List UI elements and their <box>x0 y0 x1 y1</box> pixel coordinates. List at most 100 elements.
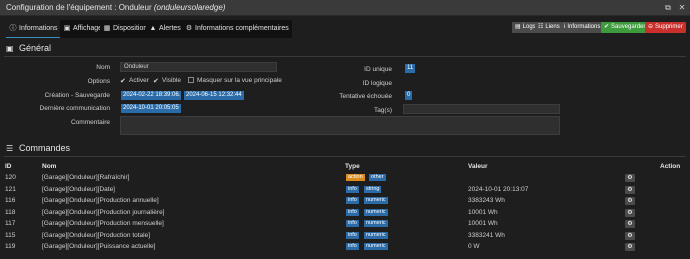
wrench-icon: ▣ <box>6 44 14 53</box>
derniere-communication-label: Dernière communication <box>39 105 110 112</box>
type-badge-subtype: numeric <box>364 220 388 227</box>
tab-affichage[interactable]: ▣ Affichage <box>60 20 106 38</box>
links-label: Liens <box>545 24 560 30</box>
tab-label: Alertes <box>159 25 181 32</box>
tab-alertes[interactable]: ▲ Alertes <box>146 20 184 38</box>
type-badge-subtype: numeric <box>364 197 388 204</box>
gears-icon: ⚙ <box>185 25 193 32</box>
general-divider <box>4 56 686 57</box>
cmd-value: 2024-10-01 20:13:07 <box>468 186 529 193</box>
activer-label: Activer <box>129 77 149 84</box>
tab-informations-complementaires[interactable]: ⚙ Informations complémentaires <box>182 20 292 38</box>
visible-checkbox[interactable]: ✔ Visible <box>153 77 181 85</box>
id-logique-label: ID logique <box>362 80 392 87</box>
sitemap-icon: ☷ <box>538 24 544 30</box>
cmd-config-button[interactable]: ⚙ <box>625 232 635 240</box>
monitor-icon: ▣ <box>63 25 71 32</box>
id-unique-value: 11 <box>405 64 416 73</box>
cmd-config-button[interactable]: ⚙ <box>625 209 635 217</box>
type-badge-primary: info <box>346 209 359 216</box>
fullscreen-icon[interactable]: ⧉ <box>663 3 673 13</box>
nom-input[interactable]: Onduleur <box>120 62 277 72</box>
check-icon: ✔ <box>604 24 610 30</box>
warning-icon: ▲ <box>149 25 157 32</box>
derniere-communication-value: 2024-10-01 20:05:05 <box>121 104 181 113</box>
cmd-value: 10001 Wh <box>468 220 498 227</box>
type-badge-subtype: string <box>364 186 382 193</box>
cmd-config-button[interactable]: ⚙ <box>625 197 635 205</box>
options-label: Options <box>87 78 110 85</box>
cmd-config-button[interactable]: ⚙ <box>625 174 635 182</box>
type-badge-primary: info <box>346 232 359 239</box>
general-section-title: ▣ Général <box>6 43 51 53</box>
tab-disposition[interactable]: ▦ Disposition <box>100 20 151 38</box>
cmd-id: 117 <box>5 220 16 227</box>
links-button[interactable]: ☷ Liens <box>535 22 563 33</box>
grid-icon: ▦ <box>103 25 111 32</box>
window-title-id: (onduleursolaredge) <box>153 3 226 12</box>
commandes-divider <box>4 156 686 157</box>
commentaire-label: Commentaire <box>70 119 110 126</box>
checkbox-unchecked-icon <box>188 77 194 83</box>
cmd-id: 115 <box>5 232 16 239</box>
gears-icon: ⚙ <box>627 187 633 193</box>
cmd-value: 0 W <box>468 243 480 250</box>
type-badge-subtype: numeric <box>364 209 388 216</box>
close-icon[interactable]: ✕ <box>677 3 687 13</box>
activer-checkbox[interactable]: ✔ Activer <box>120 77 149 85</box>
col-header-type: Type <box>345 163 360 170</box>
info-icon: i <box>564 24 566 30</box>
save-label: Sauvegarder <box>611 24 646 30</box>
tab-informations[interactable]: ⓘ Informations <box>6 20 61 38</box>
cmd-id: 118 <box>5 209 16 216</box>
type-badge-subtype: numeric <box>364 243 388 250</box>
col-header-action: Action <box>660 163 681 170</box>
masquer-checkbox[interactable]: Masquer sur la vue principale <box>188 77 282 84</box>
tags-input[interactable] <box>403 104 560 114</box>
delete-button[interactable]: ⊖ Supprimer <box>645 22 686 33</box>
info-circle-icon: ⓘ <box>9 25 17 32</box>
id-unique-label: ID unique <box>364 66 392 73</box>
window-titlebar: Configuration de l'équipement : Onduleur… <box>0 0 690 16</box>
cmd-config-button[interactable]: ⚙ <box>625 220 635 228</box>
cmd-id: 121 <box>5 186 16 193</box>
tab-label: Affichage <box>73 25 103 32</box>
cmd-name: [Garage][Onduleur][Production annuelle] <box>42 197 159 204</box>
col-header-valeur: Valeur <box>468 163 488 170</box>
type-badge-subtype: numeric <box>364 232 388 239</box>
col-header-id: ID <box>5 163 12 170</box>
tentative-label: Tentative échouée <box>339 93 392 100</box>
type-badge-primary: action <box>346 174 365 181</box>
gears-icon: ⚙ <box>627 233 633 239</box>
gears-icon: ⚙ <box>627 244 633 250</box>
nom-label: Nom <box>96 64 110 71</box>
window-title: Configuration de l'équipement : Onduleur… <box>6 3 225 12</box>
save-button[interactable]: ✔ Sauvegarder <box>601 22 649 33</box>
commentaire-textarea[interactable] <box>120 116 560 135</box>
informations-button[interactable]: i Informations <box>561 22 604 33</box>
informations-label: Informations <box>567 24 601 30</box>
tab-label: Informations complémentaires <box>195 25 289 32</box>
file-icon: ▤ <box>515 24 521 30</box>
visible-label: Visible <box>162 77 182 84</box>
cmd-id: 120 <box>5 174 16 181</box>
commandes-section-title: ☰ Commandes <box>6 143 70 153</box>
general-title: Général <box>19 43 52 53</box>
cmd-name: [Garage][Onduleur][Rafraîchir] <box>42 174 130 181</box>
col-header-nom: Nom <box>42 163 57 170</box>
type-badge-primary: info <box>346 186 359 193</box>
masquer-label: Masquer sur la vue principale <box>197 77 282 84</box>
cmd-name: [Garage][Onduleur][Puissance actuelle] <box>42 243 156 250</box>
tab-label: Disposition <box>113 25 148 32</box>
cmd-config-button[interactable]: ⚙ <box>625 186 635 194</box>
cmd-value: 10001 Wh <box>468 209 498 216</box>
sauvegarde-date: 2024-06-15 12:32:44 <box>184 91 244 100</box>
checkbox-checked-icon: ✔ <box>153 78 159 85</box>
list-icon: ☰ <box>6 144 14 153</box>
cmd-value: 3383241 Wh <box>468 232 505 239</box>
window-title-text: Configuration de l'équipement : Onduleur <box>6 3 154 12</box>
cmd-config-button[interactable]: ⚙ <box>625 243 635 251</box>
commandes-title: Commandes <box>19 143 71 153</box>
cmd-name: [Garage][Onduleur][Date] <box>42 186 115 193</box>
tentative-value: 0 <box>405 91 413 100</box>
